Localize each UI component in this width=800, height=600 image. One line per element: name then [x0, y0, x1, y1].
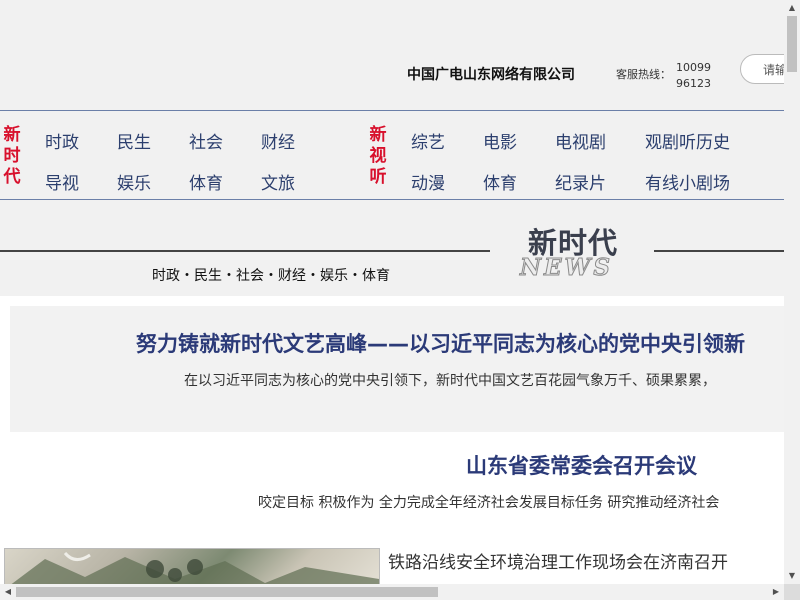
scroll-left-arrow-icon[interactable]: ◀ — [0, 584, 16, 600]
nav-link-yule[interactable]: 娱乐 — [117, 169, 151, 194]
company-name: 中国广电山东网络有限公司 — [407, 67, 575, 83]
section-subtitle: 时政・民生・社会・财经・娱乐・体育 — [152, 268, 390, 284]
nav-link-dianshiju[interactable]: 电视剧 — [555, 128, 606, 153]
nav-link-tiyu[interactable]: 体育 — [189, 169, 223, 194]
thumbnail-art — [11, 551, 379, 584]
nav-link-tiyu-2[interactable]: 体育 — [483, 169, 517, 194]
secondary-headline[interactable]: 山东省委常委会召开会议 — [466, 450, 697, 480]
section-news-wordmark: NEWS — [520, 254, 613, 282]
nav-link-wenlv[interactable]: 文旅 — [261, 169, 295, 194]
news-list-item[interactable]: 铁路沿线安全环境治理工作现场会在济南召开 — [388, 548, 728, 573]
scroll-up-arrow-icon[interactable]: ▲ — [784, 0, 800, 16]
news-thumbnail-image[interactable] — [4, 548, 380, 584]
page: 中国广电山东网络有限公司 客服热线： 10099 96123 请输 新时代 时政… — [0, 0, 784, 584]
search-login-input[interactable]: 请输 — [740, 54, 784, 84]
vertical-scroll-thumb[interactable] — [787, 16, 797, 72]
vertical-scrollbar[interactable]: ▲ ▼ — [784, 0, 800, 584]
nav-link-zongyi[interactable]: 综艺 — [411, 128, 445, 153]
feature-headline[interactable]: 努力铸就新时代文艺高峰——以习近平同志为核心的党中央引领新 — [136, 328, 745, 358]
feature-story-card[interactable]: 努力铸就新时代文艺高峰——以习近平同志为核心的党中央引领新 在以习近平同志为核心… — [10, 306, 784, 432]
section-divider-left — [0, 250, 490, 252]
nav-link-daoshi[interactable]: 导视 — [45, 169, 79, 194]
horizontal-scroll-thumb[interactable] — [16, 587, 438, 597]
nav-link-youxianxiaojuchang[interactable]: 有线小剧场 — [645, 169, 730, 194]
nav-link-guanjutinglishi[interactable]: 观剧听历史 — [645, 128, 730, 153]
scroll-right-arrow-icon[interactable]: ▶ — [768, 584, 784, 600]
feature-summary: 在以习近平同志为核心的党中央引领下，新时代中国文艺百花园气象万千、硕果累累， — [184, 373, 716, 389]
nav-group-title-xinshiting[interactable]: 新视听 — [368, 125, 388, 188]
nav-link-dianying[interactable]: 电影 — [483, 128, 517, 153]
hotline-number: 10099 96123 — [676, 61, 711, 90]
nav-link-jilupian[interactable]: 纪录片 — [555, 169, 606, 194]
nav-link-minsheng[interactable]: 民生 — [117, 128, 151, 153]
horizontal-scrollbar[interactable]: ◀ ▶ — [0, 584, 784, 600]
nav-link-caijing[interactable]: 财经 — [261, 128, 295, 153]
main-nav: 新时代 时政 民生 社会 财经 导视 娱乐 体育 文旅 新视听 综艺 电影 电视… — [0, 110, 784, 200]
nav-link-shehui[interactable]: 社会 — [189, 128, 223, 153]
nav-link-dongman[interactable]: 动漫 — [411, 169, 445, 194]
section-divider-right — [654, 250, 784, 252]
scroll-down-arrow-icon[interactable]: ▼ — [784, 568, 800, 584]
secondary-summary: 咬定目标 积极作为 全力完成全年经济社会发展目标任务 研究推动经济社会 — [258, 495, 720, 511]
hotline-label: 客服热线： — [616, 68, 671, 81]
nav-link-shizheng[interactable]: 时政 — [45, 128, 79, 153]
news-content: 努力铸就新时代文艺高峰——以习近平同志为核心的党中央引领新 在以习近平同志为核心… — [0, 296, 784, 584]
nav-group-title-xinshidai[interactable]: 新时代 — [2, 125, 22, 188]
scrollbar-corner — [784, 584, 800, 600]
